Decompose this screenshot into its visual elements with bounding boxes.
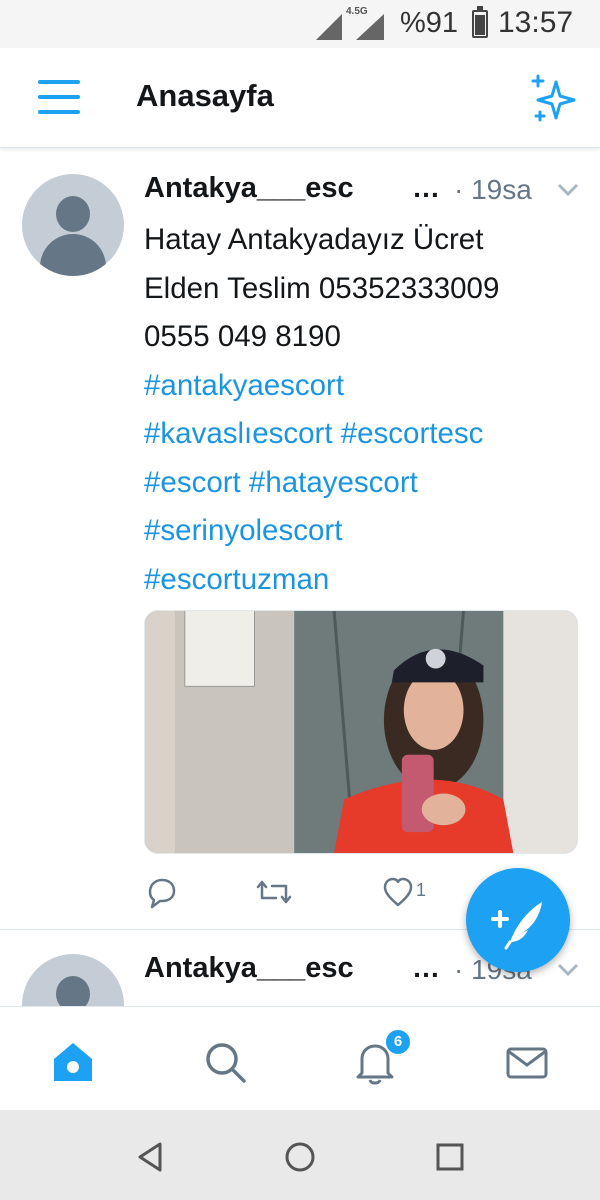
hamburger-menu-icon[interactable] — [38, 80, 80, 116]
author-truncation: … — [412, 172, 440, 203]
bottom-tab-bar — [0, 1006, 600, 1110]
search-icon[interactable] — [200, 1037, 250, 1087]
tweet-header: Antakya___esc … · 19sa — [144, 172, 584, 212]
hashtag-line[interactable]: #escort #hatayescort — [144, 459, 584, 508]
tweet-text-line: Elden Teslim 05352333009 — [144, 271, 500, 305]
hashtag-line[interactable]: #kavaslıescort #escortesc — [144, 410, 584, 459]
like-count: 1 — [416, 880, 427, 900]
compose-feather-icon — [491, 902, 542, 950]
sparkle-icon[interactable] — [528, 74, 578, 124]
tweet[interactable]: Antakya___esc … · 19sa Hatay Antakyadayı… — [0, 150, 600, 930]
tweet-time: · 19sa — [454, 174, 532, 205]
compose-tweet-button[interactable] — [466, 868, 570, 972]
heart-icon — [383, 877, 413, 907]
like-button[interactable]: 1 — [382, 872, 462, 912]
signal-icon — [316, 14, 342, 40]
home-icon[interactable] — [48, 1037, 98, 1087]
top-app-bar: Anasayfa — [0, 48, 600, 148]
page-title: Anasayfa — [136, 78, 274, 113]
avatar-head-shape — [56, 196, 90, 232]
avatar[interactable] — [22, 954, 124, 1006]
signal-strength-icon — [356, 14, 384, 40]
home-circle-icon[interactable] — [283, 1140, 317, 1174]
battery-level-fill — [475, 15, 485, 35]
avatar-head-shape — [56, 976, 90, 1006]
battery-percentage: %91 — [400, 7, 459, 39]
tweet-author[interactable]: Antakya___esc — [144, 172, 354, 205]
chevron-down-icon[interactable] — [556, 182, 580, 198]
status-bar: 4.5G %91 13:57 — [0, 0, 600, 48]
tweet-text: Hatay Antakyadayız Ücret Elden Teslim 05… — [144, 216, 584, 604]
author-truncation: … — [412, 952, 440, 983]
avatar-body-shape — [40, 234, 106, 276]
hashtag-line[interactable]: #antakyaescort — [144, 362, 584, 411]
tweet-text-line: Hatay Antakyadayız Ücret — [144, 223, 484, 256]
back-triangle-icon[interactable] — [134, 1140, 168, 1174]
status-time: 13:57 — [498, 6, 574, 39]
tweet-text-line: 0555 049 8190 — [144, 320, 341, 353]
recents-square-icon[interactable] — [433, 1140, 467, 1174]
reply-icon[interactable] — [144, 872, 178, 912]
hashtag-line[interactable]: #escortuzman — [144, 556, 584, 605]
messages-icon[interactable] — [502, 1037, 552, 1087]
retweet-icon[interactable] — [254, 872, 294, 912]
tweet-author[interactable]: Antakya___esc — [144, 952, 354, 985]
system-navigation-bar — [0, 1110, 600, 1200]
tweet-media-image[interactable] — [144, 610, 578, 854]
battery-icon — [472, 6, 488, 38]
notification-badge: 6 — [384, 1028, 412, 1056]
hashtag-line[interactable]: #serinyolescort — [144, 507, 584, 556]
avatar[interactable] — [22, 174, 124, 276]
